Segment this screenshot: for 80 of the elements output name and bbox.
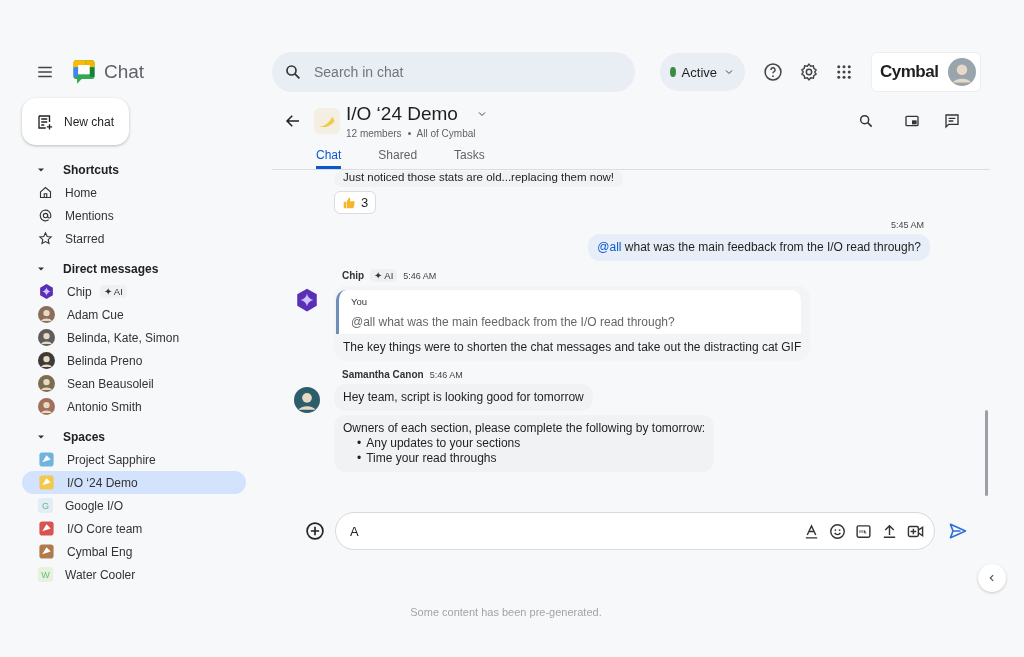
sidebar-item[interactable]: I/O ‘24 Demo — [22, 471, 246, 494]
new-chat-button[interactable]: New chat — [22, 98, 129, 145]
text-format-icon[interactable] — [803, 522, 820, 540]
ai-badge: ✦ AI — [99, 285, 127, 298]
timestamp: 5:45 AM — [890, 220, 924, 230]
space-initial: W — [38, 567, 53, 582]
add-icon[interactable] — [305, 521, 325, 541]
sender-name: Chip — [342, 270, 365, 281]
account-card[interactable]: Cymbal — [871, 52, 981, 92]
scrollbar[interactable] — [985, 410, 988, 496]
ai-badge: ✦ AI — [370, 269, 398, 282]
sidebar-item[interactable]: Project Sapphire — [22, 448, 246, 471]
section-header[interactable]: Spaces — [22, 425, 272, 448]
space-initial: G — [38, 498, 53, 513]
send-icon[interactable] — [948, 521, 968, 541]
sidebar-item[interactable]: Starred — [22, 227, 246, 250]
settings-icon[interactable] — [799, 62, 819, 82]
quote-author: You — [351, 295, 369, 309]
sidebar-item[interactable]: Belinda Preno — [22, 349, 246, 372]
help-icon[interactable] — [763, 62, 783, 82]
upload-icon[interactable] — [881, 522, 898, 540]
quote-text: @all what was the main feedback from the I/O read through? — [351, 315, 676, 330]
sidebar-item[interactable]: Antonio Smith — [22, 395, 246, 418]
timestamp: 5:46 AM — [429, 369, 463, 380]
space-icon — [314, 108, 340, 134]
apps-grid-icon[interactable] — [835, 63, 853, 81]
sparkle-avatar-icon — [294, 287, 320, 313]
sparkle-avatar-icon — [38, 283, 55, 300]
sidebar-item[interactable]: Belinda, Kate, Simon — [22, 326, 246, 349]
sidebar-item[interactable]: W Water Cooler — [22, 563, 246, 586]
section-header[interactable]: Direct messages — [22, 257, 272, 280]
section-header[interactable]: Shortcuts — [22, 158, 272, 181]
reaction-chip[interactable]: 3 — [334, 191, 377, 214]
sidebar-item[interactable]: I/O Core team — [22, 517, 246, 540]
avatar-icon — [294, 387, 320, 413]
search-field[interactable]: Search in chat — [312, 63, 616, 81]
thumbs-up-icon — [342, 195, 356, 210]
picture-in-picture-icon[interactable] — [904, 113, 920, 129]
chat-title[interactable]: I/O ‘24 Demo — [346, 103, 494, 125]
bullet: • — [357, 436, 362, 450]
message-bubble: @all what was the main feedback from the I/O read through? — [588, 234, 930, 261]
search-icon[interactable] — [858, 113, 874, 129]
sidebar-item[interactable]: G Google I/O — [22, 494, 246, 517]
gif-icon[interactable] — [855, 522, 872, 540]
at-sign-icon — [38, 208, 53, 223]
tab[interactable]: Tasks — [454, 143, 485, 169]
message-text: The key things were to shorten the chat messages and take out the distracting cat GIF — [342, 339, 803, 356]
thread-icon[interactable] — [944, 113, 960, 129]
search-bar[interactable]: Search in chat — [272, 52, 635, 92]
tab[interactable]: Shared — [378, 143, 418, 169]
list-item: Time your read throughs — [366, 451, 497, 465]
message-field[interactable]: A — [348, 522, 794, 540]
tab[interactable]: Chat — [316, 143, 342, 169]
sidebar-item[interactable]: Home — [22, 181, 246, 204]
message-text: Owners of each section, please complete the following by tomorrow: — [343, 421, 706, 436]
sender-name: Samantha Canon — [342, 369, 424, 380]
message-bubble: Hey team, script is looking good for tomorrow — [334, 384, 593, 411]
back-arrow-icon[interactable] — [284, 112, 302, 130]
message-bubble: Just noticed those stats are old...replacing them now! — [334, 171, 624, 187]
star-icon — [38, 231, 53, 246]
avatar-icon — [948, 58, 976, 86]
list-item: Any updates to your sections — [366, 436, 521, 450]
timestamp: 5:46 AM — [403, 270, 437, 281]
bullet: • — [357, 451, 362, 465]
brand-name: Cymbal — [880, 62, 939, 82]
status-dropdown[interactable]: Active — [660, 53, 745, 91]
sidebar-item[interactable]: Sean Beausoleil — [22, 372, 246, 395]
search-icon — [284, 63, 302, 81]
emoji-icon[interactable] — [829, 522, 846, 540]
sidebar-item[interactable]: Cymbal Eng — [22, 540, 246, 563]
sidebar-item[interactable]: Adam Cue — [22, 303, 246, 326]
sidebar-item[interactable]: Mentions — [22, 204, 246, 227]
app-name: Chat — [104, 61, 145, 83]
sidebar-item[interactable]: Chip ✦ AI — [22, 280, 246, 303]
home-icon — [38, 185, 53, 200]
compose-icon — [36, 112, 54, 131]
footer-note: Some content has been pre-generated. — [409, 606, 603, 618]
audience-label: All of Cymbal — [416, 128, 476, 139]
member-count: 12 members — [346, 128, 402, 139]
composer-bar[interactable]: A — [335, 512, 935, 550]
